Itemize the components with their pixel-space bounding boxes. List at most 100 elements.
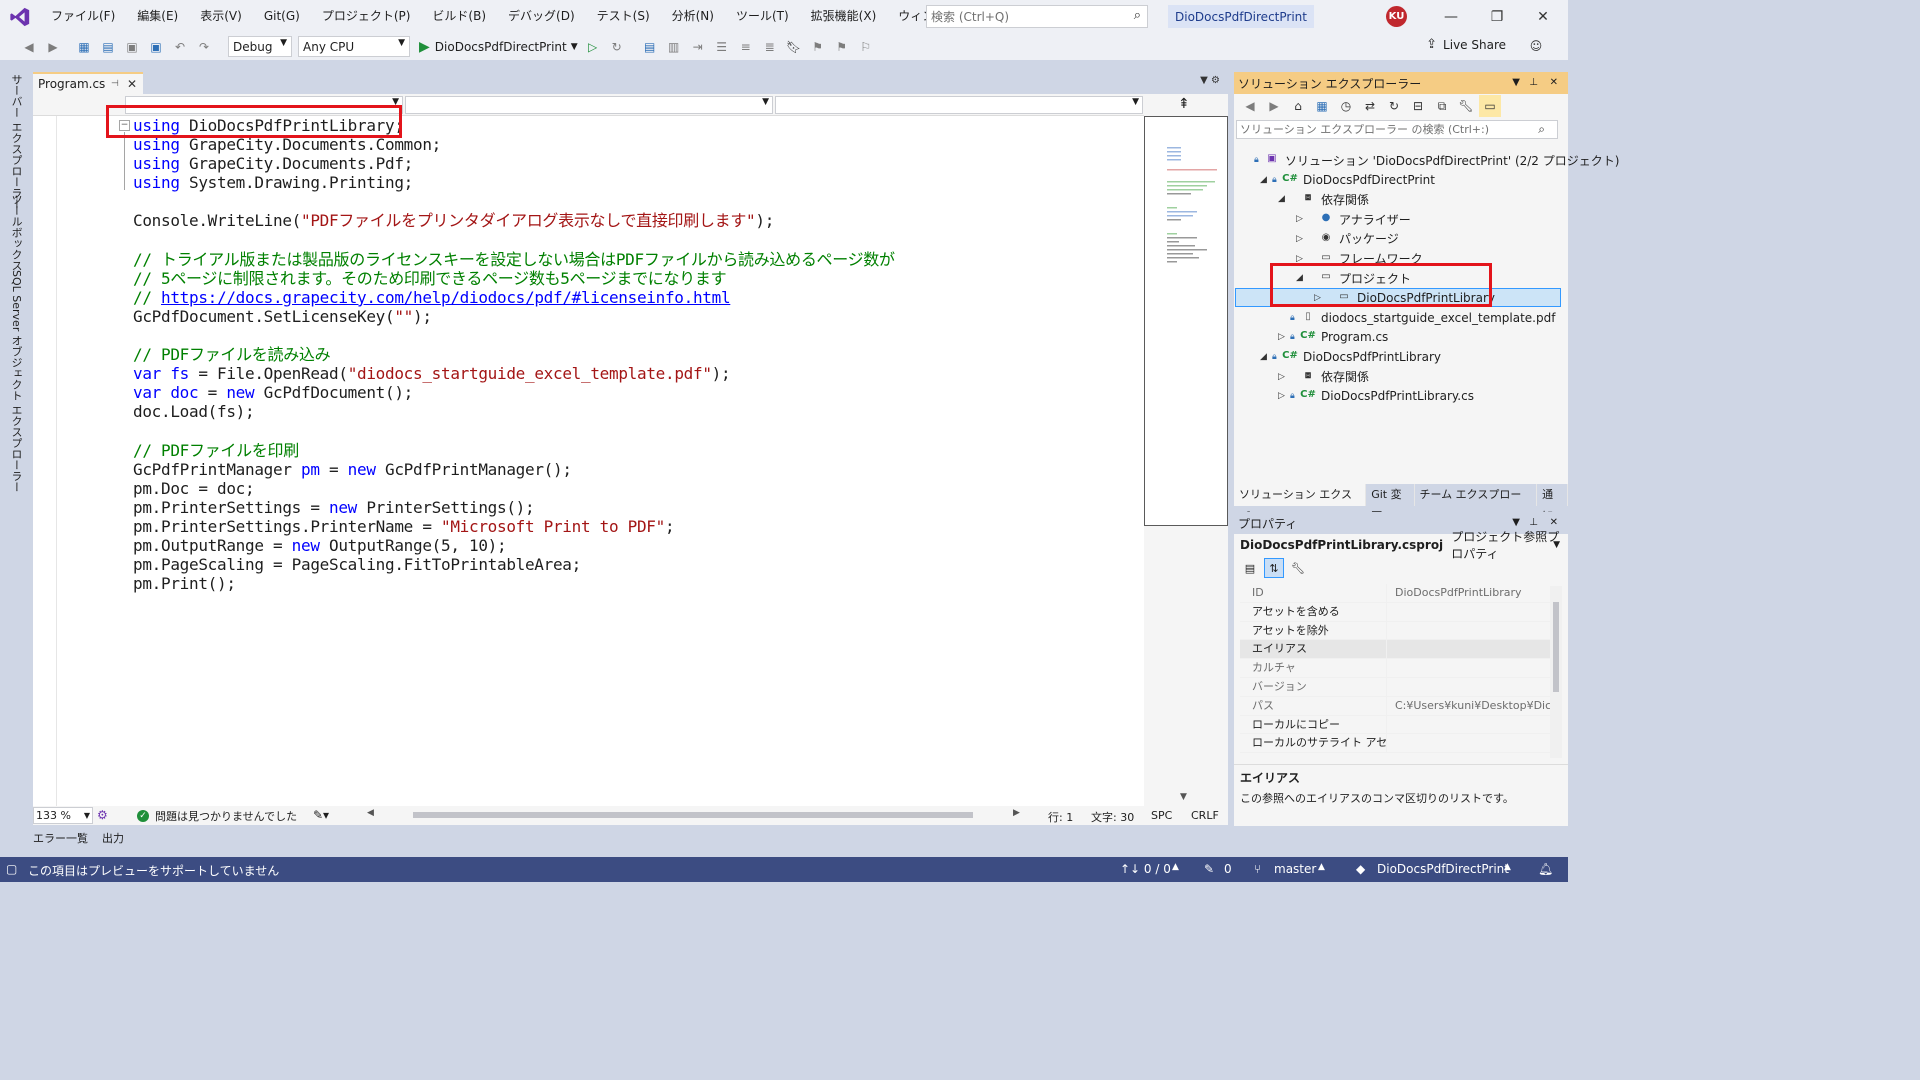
tab-program-cs[interactable]: Program.cs ⊣ ✕: [33, 72, 143, 94]
sync-icon[interactable]: ⇄: [1359, 95, 1381, 117]
properties-wrench-icon[interactable]: 🔧︎: [1455, 95, 1477, 117]
properties-scrollbar[interactable]: [1550, 586, 1562, 758]
scroll-thumb[interactable]: [1553, 602, 1559, 692]
window-menu-icon[interactable]: ▼: [1512, 517, 1520, 528]
toolbox-tab[interactable]: ツールボックス: [8, 194, 24, 271]
tree-node[interactable]: ◢ 🔒︎ C# DioDocsPdfPrintLibrary: [1260, 347, 1441, 367]
home-icon[interactable]: ⌂: [1287, 95, 1309, 117]
tree-node[interactable]: ▷ 🔒︎ C# DioDocsPdfPrintLibrary.cs: [1278, 386, 1474, 406]
cleanup-brush-icon[interactable]: ✎▾: [313, 808, 329, 822]
bookmark-icon[interactable]: 🔖︎: [783, 36, 805, 58]
property-value[interactable]: [1386, 715, 1550, 734]
menu-item[interactable]: Git(G): [253, 0, 311, 33]
type-combo[interactable]: ▼: [405, 96, 773, 114]
uncomment-icon[interactable]: ≣: [759, 36, 781, 58]
property-value[interactable]: [1386, 602, 1550, 621]
tab-solution-explorer[interactable]: ソリューション エクスプ...: [1234, 484, 1367, 523]
platform-select[interactable]: Any CPU ▼: [298, 36, 410, 57]
collapse-all-icon[interactable]: ⊟: [1407, 95, 1429, 117]
undo-icon[interactable]: ↶: [169, 36, 191, 58]
notification-icon[interactable]: ▢: [6, 862, 17, 876]
save-icon[interactable]: ▣: [121, 36, 143, 58]
menu-item[interactable]: プロジェクト(P): [311, 0, 422, 33]
line-number[interactable]: 行: 1: [1048, 809, 1073, 825]
collapsed-arrow-icon[interactable]: ▷: [1278, 391, 1290, 401]
expanded-arrow-icon[interactable]: ◢: [1278, 194, 1290, 204]
close-icon[interactable]: ✕: [1550, 77, 1558, 88]
tab-list-icon[interactable]: ▼ ⚙: [1200, 75, 1220, 86]
tree-node[interactable]: 🔒︎ ▣ ソリューション 'DioDocsPdfDirectPrint' (2/2 …: [1242, 150, 1619, 170]
save-all-icon[interactable]: ▣: [145, 36, 167, 58]
solution-explorer-icon[interactable]: ▤: [639, 36, 661, 58]
switch-views-icon[interactable]: ▦: [1311, 95, 1333, 117]
tree-node[interactable]: ▷ ⧈ 依存関係: [1278, 367, 1369, 387]
window-menu-icon[interactable]: ▼: [1512, 77, 1520, 88]
next-bookmark-icon[interactable]: ⚑: [831, 36, 853, 58]
property-value[interactable]: DioDocsPdfPrintLibrary: [1386, 584, 1550, 602]
scroll-right-icon[interactable]: ▶: [1013, 808, 1020, 818]
scroll-down-icon[interactable]: ▼: [1180, 792, 1187, 802]
property-value[interactable]: [1386, 640, 1550, 659]
start-without-debugging-icon[interactable]: ▷: [582, 36, 604, 58]
menu-item[interactable]: 拡張機能(X): [800, 0, 888, 33]
property-row[interactable]: ローカルにコピー: [1240, 715, 1550, 735]
tree-node[interactable]: ▷ ◉ パッケージ: [1296, 229, 1399, 249]
tab-notifications[interactable]: 通知: [1537, 484, 1568, 523]
char-number[interactable]: 文字: 30: [1091, 809, 1134, 825]
collapsed-arrow-icon[interactable]: ▷: [1278, 332, 1290, 342]
property-value[interactable]: [1386, 621, 1550, 640]
menu-item[interactable]: テスト(S): [586, 0, 661, 33]
new-project-icon[interactable]: ▦: [73, 36, 95, 58]
tree-node[interactable]: ◢ ⧈ 依存関係: [1278, 189, 1369, 209]
alphabetical-icon[interactable]: ⇅: [1264, 558, 1284, 578]
code-link[interactable]: https://docs.grapecity.com/help/diodocs/…: [161, 288, 731, 307]
avatar[interactable]: KU: [1386, 6, 1407, 27]
pin-icon[interactable]: ⊥: [1529, 517, 1538, 528]
close-icon[interactable]: ✕: [1550, 517, 1558, 528]
restore-icon[interactable]: ❐: [1474, 0, 1520, 33]
tab-git-changes[interactable]: Git 変更: [1366, 484, 1415, 523]
layout-icon[interactable]: ▥: [663, 36, 685, 58]
property-row[interactable]: ID DioDocsPdfPrintLibrary: [1240, 584, 1550, 603]
menu-item[interactable]: ビルド(B): [421, 0, 497, 33]
member-combo[interactable]: ▼: [775, 96, 1143, 114]
preview-icon[interactable]: ▭: [1479, 95, 1501, 117]
feedback-icon[interactable]: ☺: [1525, 35, 1547, 57]
configuration-select[interactable]: Debug ▼: [228, 36, 292, 57]
close-icon[interactable]: ✕: [127, 77, 137, 91]
property-row[interactable]: カルチャ: [1240, 659, 1550, 678]
property-value[interactable]: [1386, 677, 1550, 696]
edits-count[interactable]: 0: [1224, 862, 1232, 876]
tree-node[interactable]: ◢ 🔒︎ C# DioDocsPdfDirectPrint: [1260, 170, 1435, 190]
solution-explorer-search-input[interactable]: ソリューション エクスプローラー の検索 (Ctrl+:) ⌕: [1236, 120, 1558, 139]
properties-object-select[interactable]: DioDocsPdfPrintLibrary.csproj プロジェクト参照プロ…: [1234, 530, 1568, 561]
zoom-select[interactable]: 133 % ▼: [33, 807, 93, 824]
scroll-left-icon[interactable]: ◀: [367, 808, 374, 818]
back-icon[interactable]: ◀: [1239, 95, 1261, 117]
forward-icon[interactable]: ▶: [1263, 95, 1285, 117]
collapsed-arrow-icon[interactable]: ▷: [1296, 214, 1308, 224]
expanded-arrow-icon[interactable]: ◢: [1260, 352, 1272, 362]
tree-node[interactable]: 🔒︎ ▯ diodocs_startguide_excel_template.pdf: [1278, 308, 1555, 328]
property-value[interactable]: [1386, 734, 1550, 753]
pin-icon[interactable]: ⊣: [111, 79, 119, 89]
hot-reload-icon[interactable]: ↻: [606, 36, 628, 58]
comment-icon[interactable]: ≡: [735, 36, 757, 58]
collapsed-arrow-icon[interactable]: ▷: [1296, 254, 1308, 264]
show-all-files-icon[interactable]: ⧉: [1431, 95, 1453, 117]
prev-bookmark-icon[interactable]: ⚑: [807, 36, 829, 58]
forward-icon[interactable]: ▶: [42, 36, 64, 58]
property-row[interactable]: バージョン: [1240, 677, 1550, 697]
property-pages-wrench-icon[interactable]: 🔧︎: [1288, 558, 1308, 578]
repo-name[interactable]: DioDocsPdfDirectPrint: [1377, 862, 1509, 876]
split-editor-icon[interactable]: ⇞: [1144, 94, 1228, 116]
menu-item[interactable]: 表示(V): [189, 0, 253, 33]
clear-bookmark-icon[interactable]: ⚐: [855, 36, 877, 58]
menu-item[interactable]: 分析(N): [661, 0, 725, 33]
code-minimap[interactable]: [1144, 116, 1228, 526]
bell-icon[interactable]: 🔔︎: [1538, 862, 1553, 876]
expanded-arrow-icon[interactable]: ◢: [1260, 175, 1272, 185]
collapsed-arrow-icon[interactable]: ▷: [1296, 234, 1308, 244]
intellicode-icon[interactable]: ⚙: [97, 808, 108, 822]
sql-server-object-explorer-tab[interactable]: SQL Server オブジェクト エクスプローラー: [8, 270, 24, 492]
